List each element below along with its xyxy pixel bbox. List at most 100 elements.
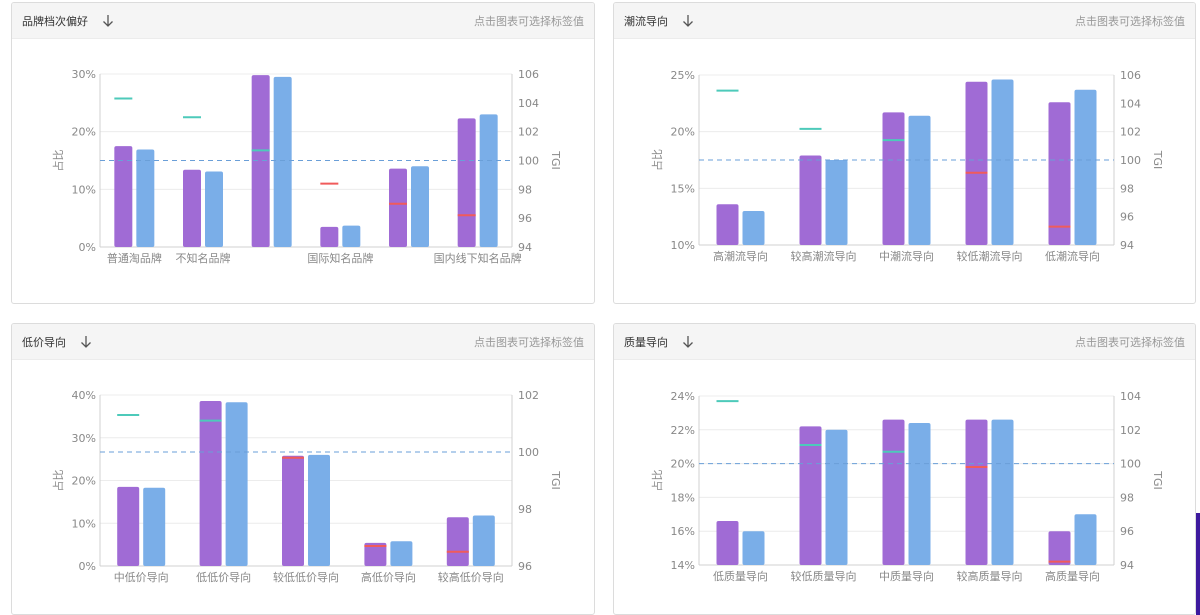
tgi-tick-label: 104 (518, 97, 539, 110)
y-tick-label: 24% (671, 390, 695, 403)
bar-series-1[interactable] (799, 155, 822, 245)
bar-series-2[interactable] (1074, 89, 1097, 245)
y-tick-label: 15% (671, 182, 695, 195)
bar-series-1[interactable] (799, 426, 822, 565)
x-tick-label: 高潮流导向 (713, 249, 768, 263)
bar-chart[interactable]: 10% 15% 20% 25% 94 96 98 100 102 104 106 占比 TGI 高潮流导向… (614, 39, 1196, 304)
sort-down-icon[interactable] (80, 335, 94, 349)
y-axis-title: 占比 (51, 470, 65, 492)
tgi-axis-title: TGI (1151, 150, 1164, 170)
x-tick-label: 低低价导向 (196, 570, 251, 584)
bar-series-1[interactable] (199, 400, 222, 566)
panel-header: 低价导向 点击图表可选择标签值 (12, 324, 594, 360)
chart-panel-trend: 潮流导向 点击图表可选择标签值 10% 15% 20% 25% 94 96 98 100 102… (613, 2, 1196, 304)
bar-chart[interactable]: 0% 10% 20% 30% 40% 96 98 100 102 占比 TGI 中低价导向 低低价导向 较… (12, 360, 595, 615)
bar-series-2[interactable] (908, 115, 931, 245)
y-tick-label: 20% (72, 475, 96, 488)
bar-series-1[interactable] (117, 486, 140, 566)
sort-down-icon[interactable] (682, 14, 696, 28)
tgi-tick-label: 98 (518, 503, 532, 516)
bar-series-1[interactable] (716, 521, 739, 565)
sort-down-icon[interactable] (102, 14, 116, 28)
x-tick-label: 国内线下知名品牌 (434, 251, 522, 265)
x-tick-label: 普通淘品牌 (107, 251, 162, 265)
bar-series-1[interactable] (183, 169, 201, 247)
select-label-hint[interactable]: 点击图表可选择标签值 (1075, 13, 1185, 29)
tgi-tick-label: 106 (518, 68, 539, 81)
bar-series-1[interactable] (965, 419, 988, 565)
bar-series-2[interactable] (136, 149, 155, 247)
bar-series-2[interactable] (225, 402, 248, 566)
bar-series-2[interactable] (342, 225, 361, 247)
tgi-tick-label: 102 (518, 126, 539, 139)
bar-series-1[interactable] (251, 75, 270, 247)
bar-series-2[interactable] (825, 429, 848, 565)
bar-series-2[interactable] (1074, 514, 1097, 565)
bar-series-1[interactable] (320, 226, 339, 247)
tgi-tick-label: 100 (1120, 458, 1141, 471)
x-tick-label: 中质量导向 (879, 569, 934, 583)
bar-series-2[interactable] (143, 487, 166, 566)
tgi-tick-label: 106 (1120, 69, 1141, 82)
bar-chart[interactable]: 14% 16% 18% 20% 22% 24% 94 96 98 100 102 104 占比 TGI 低质… (614, 360, 1196, 615)
tgi-tick-label: 94 (1120, 239, 1134, 252)
x-tick-label: 低潮流导向 (1045, 249, 1100, 263)
y-tick-label: 22% (671, 424, 695, 437)
bar-series-1[interactable] (446, 517, 469, 566)
bar-series-2[interactable] (991, 419, 1014, 565)
bar-series-1[interactable] (389, 168, 407, 247)
bar-series-1[interactable] (457, 118, 476, 247)
tgi-tick-label: 100 (518, 446, 539, 459)
bar-series-2[interactable] (825, 160, 848, 245)
bar-series-2[interactable] (308, 454, 330, 566)
bar-series-2[interactable] (205, 171, 223, 247)
chart-panel-quality: 质量导向 点击图表可选择标签值 14% 16% 18% 20% 22% 24% 94 96 98… (613, 323, 1196, 615)
bar-series-2[interactable] (742, 531, 765, 565)
chart-panel-brand-tier: 品牌档次偏好 点击图表可选择标签值 0% 10% 20% 30% 94 96 98 100 10… (11, 2, 595, 304)
tgi-tick-label: 98 (1120, 182, 1134, 195)
sort-down-icon[interactable] (682, 335, 696, 349)
tgi-axis-title: TGI (1151, 470, 1164, 490)
bar-series-2[interactable] (411, 166, 429, 247)
bar-series-2[interactable] (479, 114, 498, 247)
bar-series-2[interactable] (991, 79, 1014, 246)
bar-series-1[interactable] (882, 112, 905, 246)
y-axis-title: 占比 (650, 470, 664, 492)
y-tick-label: 20% (72, 126, 96, 139)
bar-series-1[interactable] (1048, 102, 1071, 245)
y-axis-title: 占比 (51, 150, 65, 172)
bar-chart[interactable]: 0%10%20%30%949698100102104106占比 TGI普通淘品牌不… (12, 39, 595, 304)
x-tick-label: 国际知名品牌 (307, 251, 373, 265)
tgi-tick-label: 100 (518, 155, 539, 168)
bar-series-2[interactable] (273, 76, 292, 247)
select-label-hint[interactable]: 点击图表可选择标签值 (474, 334, 584, 350)
tgi-tick-label: 104 (1120, 97, 1141, 110)
tgi-tick-label: 96 (518, 560, 532, 573)
bar-series-2[interactable] (742, 211, 765, 245)
panel-title: 品牌档次偏好 (22, 14, 88, 28)
bar-series-1[interactable] (1048, 531, 1071, 565)
y-tick-label: 18% (671, 491, 695, 504)
panel-title: 低价导向 (22, 335, 66, 349)
select-label-hint[interactable]: 点击图表可选择标签值 (1075, 334, 1185, 350)
tgi-tick-label: 96 (518, 212, 532, 225)
panel-header: 质量导向 点击图表可选择标签值 (614, 324, 1195, 360)
panel-title: 潮流导向 (624, 14, 668, 28)
x-tick-label: 中潮流导向 (879, 249, 934, 263)
x-tick-label: 高低价导向 (361, 570, 416, 584)
bar-series-2[interactable] (472, 515, 495, 566)
y-tick-label: 0% (79, 241, 96, 254)
bar-series-1[interactable] (716, 204, 739, 245)
tgi-tick-label: 96 (1120, 525, 1134, 538)
x-tick-label: 较低潮流导向 (957, 249, 1023, 263)
x-tick-label: 低质量导向 (713, 569, 768, 583)
bar-series-1[interactable] (282, 455, 304, 566)
bar-series-2[interactable] (908, 423, 931, 565)
bar-series-1[interactable] (114, 146, 133, 247)
select-label-hint[interactable]: 点击图表可选择标签值 (474, 13, 584, 29)
bar-series-2[interactable] (390, 541, 413, 566)
bar-series-1[interactable] (965, 81, 988, 245)
bar-series-1[interactable] (882, 419, 905, 565)
y-tick-label: 20% (671, 126, 695, 139)
x-tick-label: 较低质量导向 (791, 569, 857, 583)
